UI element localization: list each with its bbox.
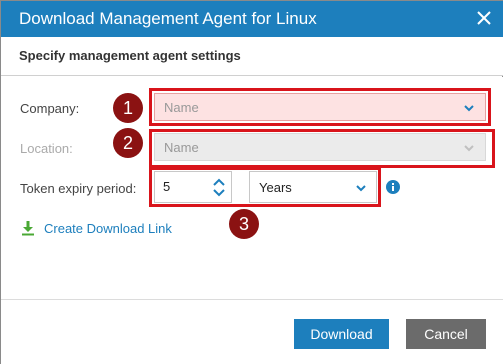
step-marker-2: 2 bbox=[113, 128, 143, 158]
token-expiry-unit-select[interactable]: Years bbox=[249, 171, 377, 203]
company-label: Company: bbox=[20, 101, 80, 116]
dialog-title-bar: Download Management Agent for Linux bbox=[1, 1, 503, 37]
location-placeholder: Name bbox=[164, 140, 199, 155]
download-icon bbox=[22, 221, 34, 236]
info-icon[interactable] bbox=[386, 180, 400, 194]
close-icon[interactable] bbox=[472, 6, 496, 30]
company-placeholder: Name bbox=[164, 100, 199, 115]
token-expiry-label: Token expiry period: bbox=[20, 181, 137, 196]
create-download-link-label: Create Download Link bbox=[44, 221, 172, 236]
company-select[interactable]: Name bbox=[154, 93, 486, 121]
cancel-button[interactable]: Cancel bbox=[406, 319, 486, 349]
dialog-subtitle: Specify management agent settings bbox=[19, 48, 241, 63]
chevron-down-icon bbox=[464, 145, 474, 152]
token-expiry-stepper[interactable]: 5 bbox=[154, 171, 232, 203]
token-expiry-unit: Years bbox=[259, 180, 292, 195]
step-marker-1: 1 bbox=[113, 93, 143, 123]
chevron-down-icon bbox=[464, 105, 474, 112]
step-marker-3: 3 bbox=[229, 209, 259, 239]
dialog-title: Download Management Agent for Linux bbox=[19, 9, 317, 28]
location-select[interactable]: Name bbox=[154, 133, 486, 161]
dialog-subheader: Specify management agent settings bbox=[1, 37, 503, 76]
chevron-down-icon[interactable] bbox=[211, 187, 227, 199]
download-agent-dialog: Download Management Agent for Linux Spec… bbox=[0, 0, 503, 364]
location-label: Location: bbox=[20, 141, 73, 156]
token-expiry-value: 5 bbox=[163, 179, 171, 194]
download-button[interactable]: Download bbox=[294, 319, 389, 349]
chevron-down-icon bbox=[356, 185, 366, 192]
